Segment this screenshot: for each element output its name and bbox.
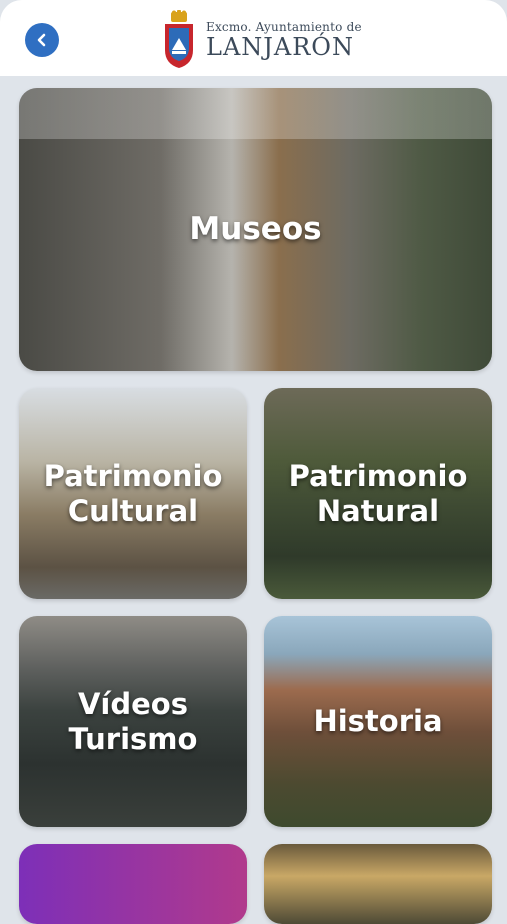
coat-of-arms-icon	[165, 10, 193, 68]
municipality-logo[interactable]: Excmo. Ayuntamiento de LANJARÓN	[162, 10, 362, 70]
tile-label	[19, 844, 247, 924]
tile-patrimonio-natural[interactable]: Patrimonio Natural	[264, 388, 492, 599]
tile-label: Historia	[313, 704, 443, 739]
tile-label	[264, 844, 492, 924]
tile-label: Vídeos Turismo	[68, 686, 198, 756]
app-header: Excmo. Ayuntamiento de LANJARÓN	[0, 0, 507, 76]
logo-title: LANJARÓN	[206, 32, 354, 61]
logo-subtitle: Excmo. Ayuntamiento de	[206, 19, 362, 34]
tile-historia[interactable]: Historia	[264, 616, 492, 827]
chevron-left-icon	[37, 33, 46, 47]
tile-partial-left[interactable]	[19, 844, 247, 924]
tile-museos[interactable]: Museos	[19, 88, 492, 371]
tile-partial-right[interactable]	[264, 844, 492, 924]
back-button[interactable]	[25, 23, 59, 57]
tile-label: Patrimonio Natural	[288, 458, 468, 528]
tile-videos-turismo[interactable]: Vídeos Turismo	[19, 616, 247, 827]
tile-patrimonio-cultural[interactable]: Patrimonio Cultural	[19, 388, 247, 599]
tile-label: Museos	[189, 210, 322, 247]
tile-label: Patrimonio Cultural	[43, 458, 223, 528]
